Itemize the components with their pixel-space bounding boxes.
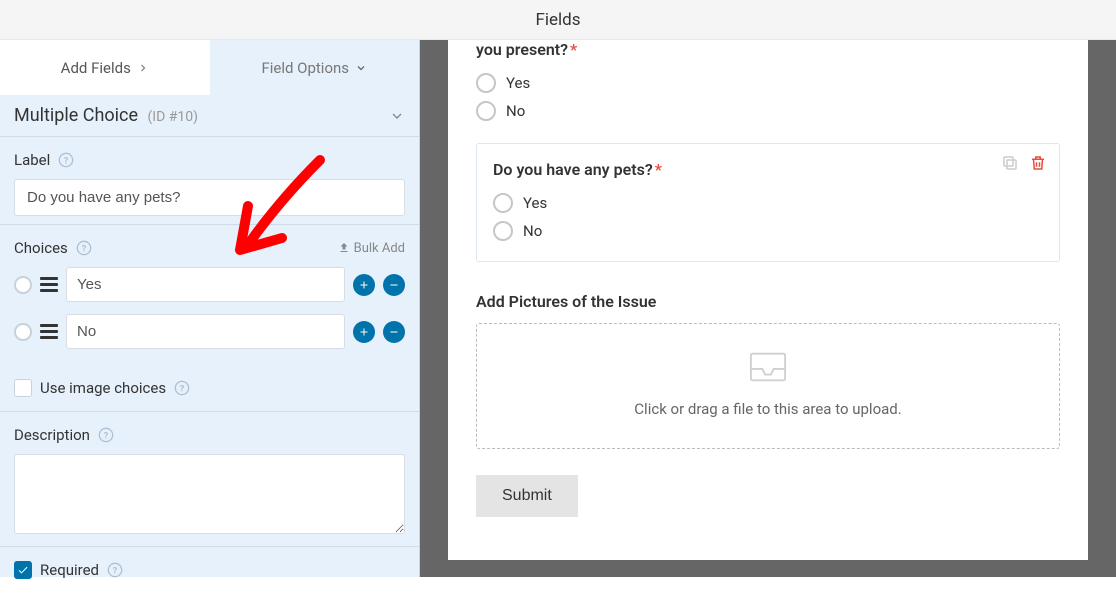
choice-row: [14, 267, 405, 302]
tab-add-fields[interactable]: Add Fields: [0, 40, 210, 95]
use-image-choices-label: Use image choices ?: [40, 379, 190, 397]
drag-handle-icon[interactable]: [40, 324, 58, 339]
required-checkbox[interactable]: [14, 561, 32, 579]
use-image-choices-checkbox[interactable]: [14, 379, 32, 397]
upload-icon: [338, 242, 350, 254]
section-title-wrap: Multiple Choice (ID #10): [14, 105, 198, 126]
radio-icon[interactable]: [476, 73, 496, 93]
preview-field-you-present[interactable]: you present?* Yes No: [476, 40, 1060, 125]
add-choice-button[interactable]: [353, 321, 375, 343]
tabs-container: Add Fields Field Options: [0, 40, 419, 95]
field-label: Label ?: [0, 137, 419, 224]
description-textarea[interactable]: [14, 454, 405, 534]
plus-icon: [358, 279, 370, 291]
field-choices: Choices ? Bulk Add: [0, 224, 419, 369]
choice-row: [14, 314, 405, 349]
svg-text:?: ?: [104, 430, 109, 441]
radio-icon[interactable]: [476, 101, 496, 121]
minus-icon: [388, 326, 400, 338]
choice-input[interactable]: [66, 267, 345, 302]
help-icon[interactable]: ?: [107, 562, 123, 578]
tab-field-options-label: Field Options: [261, 59, 349, 77]
preview-option[interactable]: Yes: [476, 69, 1060, 97]
choice-default-radio[interactable]: [14, 276, 32, 294]
label-input[interactable]: [14, 179, 405, 216]
workspace: Add Fields Field Options Multiple Choice…: [0, 40, 1116, 577]
sidebar: Add Fields Field Options Multiple Choice…: [0, 40, 420, 577]
chevron-down-icon: [355, 62, 367, 74]
section-id: (ID #10): [148, 109, 199, 125]
svg-text:?: ?: [81, 243, 86, 254]
radio-icon[interactable]: [493, 193, 513, 213]
help-icon[interactable]: ?: [174, 380, 190, 396]
section-title: Multiple Choice: [14, 105, 138, 126]
submit-button[interactable]: Submit: [476, 475, 578, 517]
preview-option[interactable]: Yes: [493, 189, 1043, 217]
description-label: Description ?: [14, 426, 114, 444]
check-icon: [17, 564, 29, 576]
chevron-right-icon: [137, 62, 149, 74]
svg-text:?: ?: [113, 565, 118, 576]
upload-section-title: Add Pictures of the Issue: [476, 292, 1060, 311]
required-star-icon: *: [655, 160, 662, 179]
required-row: Required ?: [0, 546, 419, 593]
use-image-choices-row: Use image choices ?: [0, 369, 419, 411]
top-title: Fields: [535, 10, 580, 30]
top-bar: Fields: [0, 0, 1116, 40]
required-star-icon: *: [570, 40, 577, 59]
help-icon[interactable]: ?: [58, 152, 74, 168]
field-description: Description ?: [0, 411, 419, 546]
plus-icon: [358, 326, 370, 338]
preview-option[interactable]: No: [476, 97, 1060, 125]
tab-field-options[interactable]: Field Options: [210, 40, 420, 95]
label-label: Label ?: [14, 151, 74, 169]
help-icon[interactable]: ?: [76, 240, 92, 256]
choice-input[interactable]: [66, 314, 345, 349]
section-header[interactable]: Multiple Choice (ID #10): [0, 95, 419, 137]
trash-icon[interactable]: [1029, 154, 1047, 172]
minus-icon: [388, 279, 400, 291]
choice-default-radio[interactable]: [14, 323, 32, 341]
preview-option[interactable]: No: [493, 217, 1043, 245]
add-choice-button[interactable]: [353, 274, 375, 296]
drag-handle-icon[interactable]: [40, 277, 58, 292]
preview-field-title: Do you have any pets?*: [493, 160, 1043, 179]
radio-icon[interactable]: [493, 221, 513, 241]
preview-field-title: you present?*: [476, 40, 1060, 59]
choices-label: Choices ?: [14, 239, 92, 257]
dropzone-text: Click or drag a file to this area to upl…: [489, 400, 1047, 418]
help-icon[interactable]: ?: [98, 427, 114, 443]
tab-add-fields-label: Add Fields: [61, 59, 131, 77]
svg-text:?: ?: [64, 155, 69, 166]
inbox-icon: [745, 348, 791, 386]
remove-choice-button[interactable]: [383, 274, 405, 296]
remove-choice-button[interactable]: [383, 321, 405, 343]
preview-field-pets[interactable]: Do you have any pets?* Yes No: [476, 143, 1060, 262]
required-label: Required ?: [40, 561, 123, 579]
bulk-add-link[interactable]: Bulk Add: [338, 241, 405, 256]
file-dropzone[interactable]: Click or drag a file to this area to upl…: [476, 323, 1060, 449]
svg-text:?: ?: [180, 383, 185, 394]
duplicate-icon[interactable]: [1001, 154, 1019, 172]
preview-pane: you present?* Yes No Do you have any pe: [420, 40, 1116, 577]
chevron-down-icon[interactable]: [389, 108, 405, 124]
preview-field-actions: [1001, 154, 1047, 172]
preview-form: you present?* Yes No Do you have any pe: [448, 40, 1088, 560]
